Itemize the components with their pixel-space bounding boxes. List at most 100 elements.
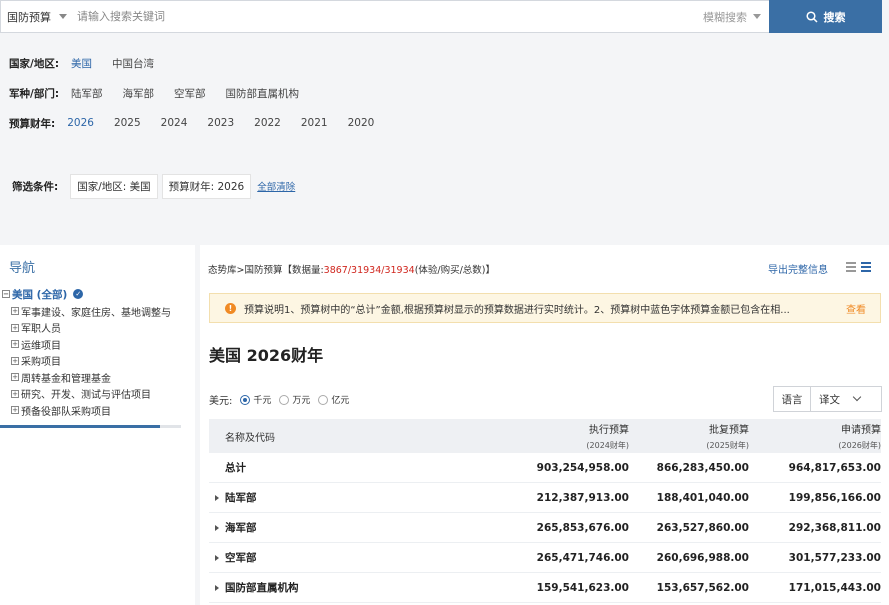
expand-icon[interactable]: +	[11, 340, 19, 349]
tree-node[interactable]: + 研究、开发、测试与评估项目	[2, 386, 195, 403]
row-name-cell: 海军部	[209, 520, 359, 535]
expand-icon[interactable]: +	[11, 356, 19, 365]
language-value-text: 译文	[819, 393, 840, 406]
tree-node-root[interactable]: − 美国 (全部) ✓	[2, 285, 195, 303]
filter-row-fiscal-year: 预算财年: 2026 2025 2024 2023 2022 2021 2020	[0, 108, 889, 138]
filter-label: 国家/地区:	[9, 57, 60, 70]
cell-executed: 159,541,623.00	[536, 581, 629, 594]
expand-arrow-icon[interactable]	[215, 554, 219, 561]
row-name: 海军部	[225, 522, 257, 534]
expand-icon[interactable]: +	[11, 323, 19, 332]
breadcrumb-suffix: (体验/购买/总数)】	[414, 265, 496, 276]
radio-icon	[279, 394, 290, 405]
cell-requested: 199,856,166.00	[788, 491, 881, 504]
chevron-down-icon	[59, 14, 67, 19]
tree-node-label: 美国 (全部)	[12, 288, 68, 301]
search-input[interactable]	[73, 10, 703, 23]
row-name-cell: 空军部	[209, 550, 359, 565]
tree-node-label: 周转基金和管理基金	[21, 373, 111, 385]
search-mode-dropdown[interactable]: 模糊搜索	[703, 9, 761, 25]
collapse-icon[interactable]: −	[2, 290, 10, 298]
radio-label: 万元	[292, 396, 311, 406]
unit-radio-ten-thousand[interactable]: 万元	[279, 393, 310, 406]
filter-option-us[interactable]: 美国	[71, 56, 92, 71]
cell-executed: 265,471,746.00	[536, 551, 629, 564]
header-sub: (2026财年)	[838, 441, 881, 450]
filter-option-air-force[interactable]: 空军部	[174, 86, 206, 101]
tree-node[interactable]: + 周转基金和管理基金	[2, 369, 195, 386]
row-name: 空军部	[225, 552, 257, 564]
detail-view-icon[interactable]	[861, 262, 871, 272]
table-row: 总计 903,254,958.00 866,283,450.00 964,817,65…	[209, 453, 881, 483]
expand-icon[interactable]: +	[11, 406, 19, 415]
expand-icon[interactable]: +	[11, 373, 19, 382]
filter-option-taiwan[interactable]: 中国台湾	[112, 56, 154, 71]
filter-option-year[interactable]: 2023	[207, 117, 234, 129]
language-select[interactable]: 语言 译文	[773, 386, 882, 412]
clear-all-link[interactable]: 全部清除	[257, 179, 295, 193]
tree-node-label: 军事建设、家庭住房、基地调整与	[21, 307, 171, 319]
table-row[interactable]: 海军部 265,853,676.00 263,527,860.00 292,368,8…	[209, 513, 881, 543]
cell-requested: 964,817,653.00	[788, 461, 881, 474]
cell-requested: 171,015,443.00	[788, 581, 881, 594]
filter-option-year[interactable]: 2026	[67, 117, 94, 129]
filter-option-year[interactable]: 2022	[254, 117, 281, 129]
notice-view-link[interactable]: 查看	[846, 301, 866, 316]
unit-radio-hundred-million[interactable]: 亿元	[318, 393, 349, 406]
table-row[interactable]: 国防部直属机构 159,541,623.00 153,657,562.00 171,0…	[209, 573, 881, 603]
filter-panel: 国家/地区: 美国 中国台湾 军种/部门: 陆军部 海军部 空军部 国防部直属机…	[0, 48, 889, 138]
expand-icon[interactable]: +	[11, 389, 19, 398]
header-approved: 批复预算 (2025财年)	[629, 421, 749, 451]
notice-text: 预算说明1、预算树中的“总计”金额,根据预算树显示的预算数据进行实时统计。2、预…	[244, 304, 790, 316]
search-scope-label: 国防预算	[7, 10, 51, 24]
check-circle-icon: ✓	[73, 289, 84, 299]
cell-executed: 265,853,676.00	[536, 521, 629, 534]
unit-label: 美元:	[209, 396, 233, 407]
list-view-icon[interactable]	[846, 262, 856, 272]
search-scope-dropdown[interactable]: 国防预算	[1, 9, 73, 25]
table-row[interactable]: 空军部 265,471,746.00 260,696,988.00 301,577,2…	[209, 543, 881, 573]
expand-icon[interactable]: +	[11, 307, 19, 316]
breadcrumb-path: 态势库>国防预算【数据量:	[208, 265, 324, 276]
row-name: 总计	[225, 462, 246, 474]
cell-requested: 301,577,233.00	[788, 551, 881, 564]
export-link[interactable]: 导出完整信息	[768, 261, 828, 276]
filter-option-navy[interactable]: 海军部	[123, 86, 155, 101]
tree-node[interactable]: + 运维项目	[2, 336, 195, 353]
tree-node[interactable]: + 军事建设、家庭住房、基地调整与	[2, 303, 195, 320]
selected-filter-tag[interactable]: 国家/地区: 美国	[70, 173, 158, 199]
expand-arrow-icon[interactable]	[215, 524, 219, 531]
expand-arrow-icon[interactable]	[215, 584, 219, 591]
filter-row-country: 国家/地区: 美国 中国台湾	[0, 48, 889, 78]
header-label: 执行预算	[589, 425, 629, 436]
navigation-tree: − 美国 (全部) ✓ + 军事建设、家庭住房、基地调整与 + 军职人员 + 运维项目…	[0, 285, 195, 419]
selected-filters: 筛选条件: 国家/地区: 美国 预算财年: 2026 全部清除	[0, 172, 295, 200]
filter-option-year[interactable]: 2021	[301, 117, 328, 129]
expand-arrow-icon[interactable]	[215, 494, 219, 501]
filter-option-year[interactable]: 2020	[348, 117, 375, 129]
sidebar-scrollbar[interactable]	[0, 425, 181, 428]
tree-node[interactable]: + 采购项目	[2, 353, 195, 370]
scrollbar-thumb[interactable]	[0, 425, 160, 428]
tree-node[interactable]: + 预备役部队采购项目	[2, 402, 195, 419]
header-label: 批复预算	[709, 425, 749, 436]
warning-icon: !	[225, 302, 236, 314]
filter-option-army[interactable]: 陆军部	[71, 86, 103, 101]
cell-approved: 260,696,988.00	[656, 551, 749, 564]
main-content: 态势库>国防预算【数据量:3867/31934/31934(体验/购买/总数)】…	[200, 245, 889, 605]
unit-radio-thousand[interactable]: 千元	[240, 393, 271, 406]
cell-requested: 292,368,811.00	[788, 521, 881, 534]
filter-option-dod-agencies[interactable]: 国防部直属机构	[226, 86, 300, 101]
radio-label: 亿元	[331, 396, 350, 406]
language-value[interactable]: 译文	[811, 387, 881, 411]
filter-option-year[interactable]: 2024	[161, 117, 188, 129]
row-name-cell: 国防部直属机构	[209, 580, 359, 595]
table-row[interactable]: 陆军部 212,387,913.00 188,401,040.00 199,856,1…	[209, 483, 881, 513]
selected-filter-tag[interactable]: 预算财年: 2026	[161, 173, 252, 199]
tree-node[interactable]: + 军职人员	[2, 320, 195, 337]
data-count: 3867/31934/31934	[323, 265, 415, 276]
row-name: 国防部直属机构	[225, 582, 299, 594]
search-button[interactable]: 搜索	[769, 0, 882, 33]
tree-node-label: 运维项目	[21, 340, 61, 352]
filter-option-year[interactable]: 2025	[114, 117, 141, 129]
